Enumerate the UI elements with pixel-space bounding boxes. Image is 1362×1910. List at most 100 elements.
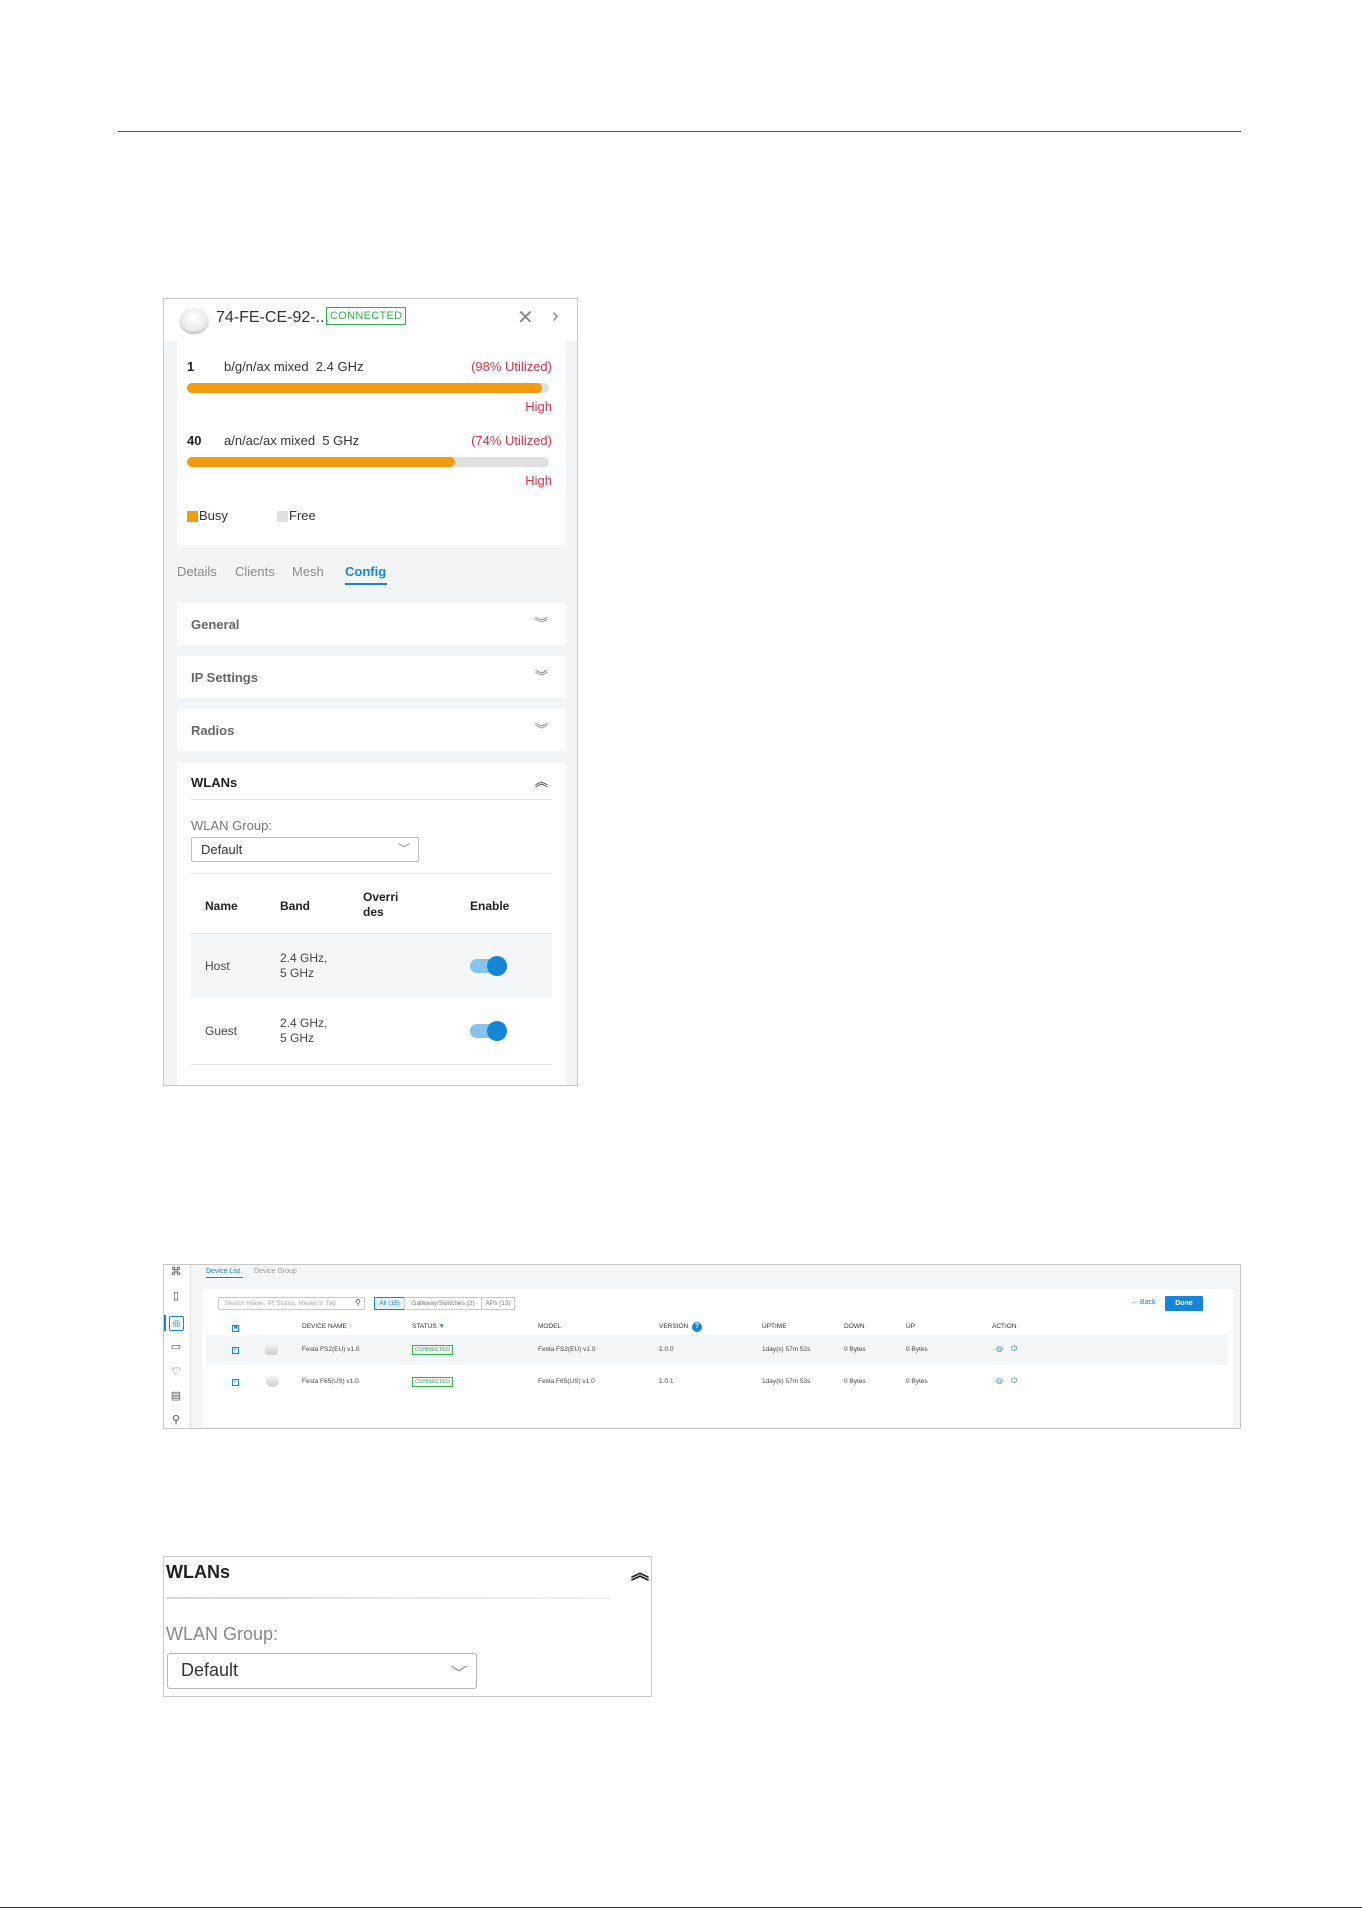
device-name: 74-FE-CE-92-...	[216, 309, 329, 326]
back-button[interactable]: ← Back	[1131, 1299, 1156, 1306]
wlan-group-value: Default	[181, 1660, 239, 1680]
panel-tabs: Details Clients Mesh Config	[177, 561, 566, 591]
busy-legend-swatch	[187, 511, 198, 522]
insights-icon[interactable]: ♡	[169, 1365, 183, 1378]
column-header-overrides: Overri des	[363, 890, 399, 919]
devices-icon[interactable]: ◎	[169, 1316, 184, 1331]
row-checkbox[interactable]: ✓	[232, 1379, 239, 1386]
enable-toggle[interactable]	[470, 956, 507, 976]
filter-aps[interactable]: APs (13)	[481, 1297, 515, 1310]
locate-icon[interactable]: ◎	[996, 1344, 1003, 1353]
chevron-down-icon: ﹀	[450, 1666, 467, 1683]
device-uptime: 1day(s) 57m 52s	[762, 1346, 811, 1353]
search-input[interactable]: Search Name, IP, Status, Model or Tag ⚲	[218, 1297, 365, 1310]
sort-ascending-icon[interactable]: ↑	[349, 1323, 352, 1330]
dashboard-icon[interactable]: ⌘	[169, 1265, 183, 1278]
log-icon[interactable]: ▤	[169, 1389, 183, 1402]
utilization-level: High	[525, 473, 552, 488]
tab-mesh[interactable]: Mesh	[292, 564, 324, 579]
section-title: WLANs	[191, 775, 238, 790]
divider	[166, 1597, 611, 1599]
row-checkbox[interactable]: ✓	[232, 1347, 239, 1354]
section-radios[interactable]: Radios ︾	[177, 709, 566, 751]
chevron-down-icon: ﹀	[397, 842, 410, 856]
device-version: 1.0.1	[659, 1378, 674, 1385]
power-icon[interactable]: ⏻	[1011, 1344, 1017, 1354]
wlan-band: 2.4 GHz, 5 GHz	[280, 1016, 328, 1045]
column-header-up: UP	[906, 1323, 916, 1330]
double-chevron-up-icon[interactable]: ︽	[631, 1559, 649, 1585]
statistics-icon[interactable]: ▭	[169, 1340, 183, 1353]
status-badge: CONNECTED	[326, 307, 407, 325]
tab-device-list[interactable]: Device List	[206, 1268, 240, 1275]
utilization-bar	[187, 457, 549, 467]
section-title: IP Settings	[191, 670, 258, 685]
device-name[interactable]: Festa FS2(EU) v1.0	[302, 1346, 359, 1353]
channel-number: 40	[187, 433, 202, 448]
device-version: 1.0.0	[659, 1346, 674, 1353]
divider	[191, 799, 552, 800]
back-label: Back	[1139, 1299, 1156, 1306]
wlan-group-select[interactable]: Default ﹀	[167, 1653, 477, 1689]
free-legend-swatch	[277, 511, 288, 522]
section-wlans: WLANs ︽ WLAN Group: Default ﹀ Name Band …	[177, 763, 566, 1085]
tab-details[interactable]: Details	[177, 564, 217, 579]
filter-gateway-switches[interactable]: Gateway/Switches (2)	[404, 1297, 482, 1310]
section-general[interactable]: General ︾	[177, 603, 566, 645]
tab-config[interactable]: Config	[345, 564, 386, 579]
device-icon	[266, 1376, 279, 1387]
column-header-model: MODEL	[538, 1323, 562, 1330]
wlan-name: Host	[205, 959, 230, 973]
locate-icon[interactable]: ◎	[996, 1376, 1003, 1385]
channel-mode: a/n/ac/ax mixed 5 GHz	[224, 433, 360, 448]
filter-icon[interactable]: ▼	[439, 1323, 445, 1330]
device-down: 0 Bytes	[844, 1378, 866, 1385]
wlan-group-label: WLAN Group:	[191, 818, 272, 833]
device-name[interactable]: Festa F65(US) v1.0	[302, 1378, 359, 1385]
chevron-right-icon[interactable]: ›	[552, 305, 559, 328]
column-header-enable: Enable	[470, 899, 510, 913]
channel-utilization: (98% Utilized)	[471, 359, 552, 374]
toggle-knob	[487, 956, 507, 976]
search-icon: ⚲	[355, 1298, 361, 1307]
close-icon[interactable]: ✕	[517, 305, 534, 330]
tab-device-group[interactable]: Device Group	[254, 1268, 297, 1275]
wlan-band: 2.4 GHz, 5 GHz	[280, 951, 328, 980]
channel-utilization: (74% Utilized)	[471, 433, 552, 448]
column-header-device-name: DEVICE NAME ↑	[302, 1323, 352, 1330]
device-uptime: 1day(s) 57m 53s	[762, 1378, 811, 1385]
table-row: Host 2.4 GHz, 5 GHz	[191, 934, 552, 998]
active-tab-indicator	[206, 1277, 243, 1278]
search-placeholder: Search Name, IP, Status, Model or Tag	[224, 1300, 336, 1307]
enable-toggle[interactable]	[470, 1021, 507, 1041]
column-header-uptime: UPTIME	[762, 1323, 787, 1330]
column-header-down: DOWN	[844, 1323, 865, 1330]
utilization-bar-fill	[187, 383, 542, 393]
tab-clients[interactable]: Clients	[235, 564, 275, 579]
device-model: Festa FS2(EU) v1.0	[538, 1346, 596, 1353]
power-icon[interactable]: ⏻	[1011, 1376, 1017, 1386]
map-icon[interactable]: ▯	[169, 1289, 183, 1302]
column-header-action: ACTION	[992, 1323, 1017, 1330]
section-ip-settings[interactable]: IP Settings ︾	[177, 656, 566, 698]
utilization-bar-fill	[187, 457, 455, 467]
wlan-group-select[interactable]: Default ﹀	[191, 837, 419, 862]
tools-icon[interactable]: ⚲	[169, 1413, 183, 1426]
section-title: WLANs	[166, 1562, 230, 1582]
column-header-name: Name	[205, 899, 238, 913]
select-all-checkbox[interactable]: ■	[232, 1325, 239, 1332]
active-tab-indicator	[345, 583, 387, 585]
done-button[interactable]: Done	[1165, 1296, 1203, 1311]
double-chevron-down-icon: ︾	[534, 722, 548, 737]
device-list-view: ⌘ ▯ ◎ ▭ ♡ ▤ ⚲ Device List Device Group S…	[163, 1264, 1241, 1429]
device-down: 0 Bytes	[844, 1346, 866, 1353]
double-chevron-up-icon[interactable]: ︽	[535, 771, 548, 790]
help-icon[interactable]: ?	[692, 1322, 702, 1332]
status-badge: CONNECTED	[412, 1345, 453, 1355]
wlan-name: Guest	[205, 1024, 238, 1038]
footer-rule	[0, 1907, 1362, 1908]
wlan-group-value: Default	[201, 842, 243, 857]
filter-all[interactable]: All (15)	[374, 1297, 405, 1310]
channel-utilization-card: 1 b/g/n/ax mixed 2.4 GHz (98% Utilized) …	[177, 341, 566, 545]
channel-mode: b/g/n/ax mixed 2.4 GHz	[224, 359, 364, 374]
